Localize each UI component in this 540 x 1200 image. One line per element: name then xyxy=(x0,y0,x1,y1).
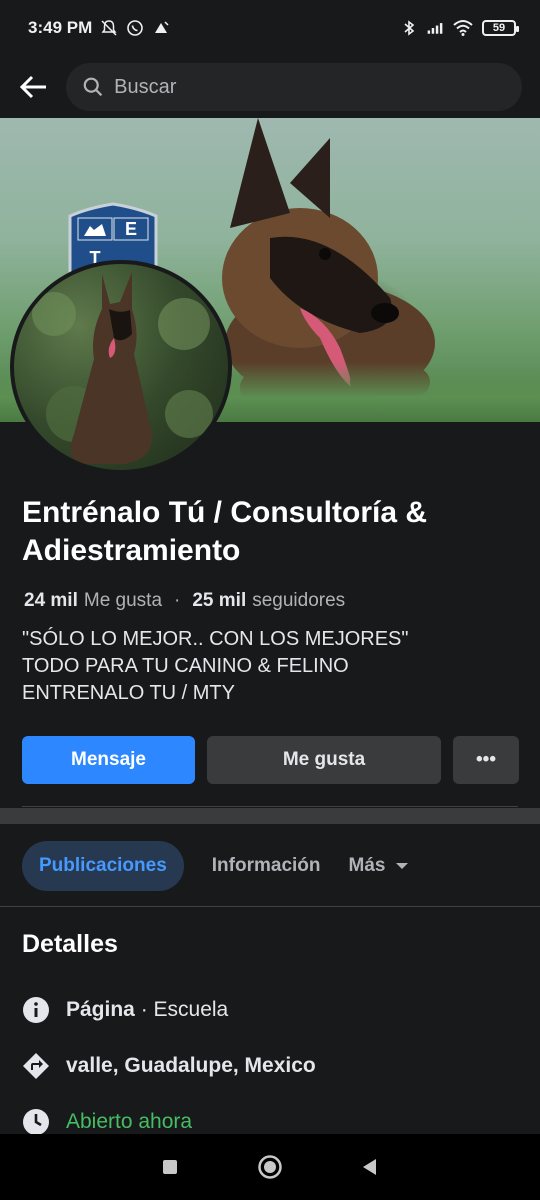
page-bio: "SÓLO LO MEJOR.. CON LOS MEJORES" TODO P… xyxy=(22,626,522,707)
detail-hours[interactable]: Abierto ahora xyxy=(22,1108,192,1136)
tabs-divider xyxy=(0,906,540,907)
search-icon xyxy=(83,77,103,97)
battery-icon: 59 xyxy=(482,20,519,36)
wifi-icon xyxy=(453,20,473,36)
caret-down-icon xyxy=(396,863,409,869)
detail-location[interactable]: valle, Guadalupe, Mexico xyxy=(22,1052,316,1080)
page-title: Entrénalo Tú / Consultoría & Adiestramie… xyxy=(22,496,428,567)
recents-button[interactable] xyxy=(150,1147,190,1187)
page-tabs: Publicaciones Información Más xyxy=(22,840,409,892)
notification-icon xyxy=(155,21,169,33)
status-left: 3:49 PM xyxy=(28,18,170,38)
search-box[interactable] xyxy=(66,63,522,111)
system-nav-bar xyxy=(0,1134,540,1200)
whatsapp-icon xyxy=(127,20,144,36)
back-nav-button[interactable] xyxy=(350,1147,390,1187)
section-separator xyxy=(0,808,540,824)
bio-line-3: ENTRENALO TU / MTY xyxy=(22,682,235,704)
clock-icon xyxy=(22,1108,50,1136)
like-button[interactable]: Me gusta xyxy=(207,736,441,784)
home-button[interactable] xyxy=(250,1147,290,1187)
likes-count: 24 mil xyxy=(24,590,78,611)
detail-category: Página · Escuela xyxy=(22,996,228,1024)
followers-label: seguidores xyxy=(252,590,346,611)
bio-line-1: "SÓLO LO MEJOR.. CON LOS MEJORES" xyxy=(22,628,409,650)
details-title: Detalles xyxy=(22,930,118,958)
profile-picture-image xyxy=(14,264,228,470)
search-header xyxy=(0,56,540,118)
signal-icon xyxy=(427,23,443,34)
logo-letter-e: E xyxy=(125,219,137,239)
page-stats: 24 mil Me gusta · 25 mil seguidores xyxy=(24,590,345,612)
category-value: · Escuela xyxy=(134,998,229,1021)
category-label: Página xyxy=(66,998,135,1021)
directions-icon xyxy=(22,1052,50,1080)
tab-more[interactable]: Más xyxy=(349,841,410,891)
message-button[interactable]: Mensaje xyxy=(22,736,195,784)
status-right: 59 xyxy=(400,19,519,37)
mute-icon xyxy=(101,20,117,36)
hours-status: Abierto ahora xyxy=(66,1110,193,1133)
tab-more-label: Más xyxy=(348,855,386,876)
back-button[interactable] xyxy=(18,71,50,103)
tab-info[interactable]: Información xyxy=(212,841,321,891)
info-icon xyxy=(22,996,50,1024)
profile-picture[interactable] xyxy=(10,260,232,474)
avatar-dog-image xyxy=(32,272,213,464)
status-time: 3:49 PM xyxy=(28,18,93,37)
tab-posts[interactable]: Publicaciones xyxy=(22,841,184,891)
likes-label: Me gusta xyxy=(83,590,163,611)
location-text: valle, Guadalupe, Mexico xyxy=(66,1054,316,1077)
battery-level: 59 xyxy=(492,22,506,34)
divider xyxy=(22,806,518,807)
followers-count: 25 mil xyxy=(192,590,247,611)
bio-line-2: TODO PARA TU CANINO & FELINO xyxy=(22,655,349,677)
search-input[interactable] xyxy=(114,75,506,99)
action-buttons: Mensaje Me gusta ••• xyxy=(22,736,519,784)
status-bar: 3:49 PM 59 xyxy=(0,0,540,56)
more-options-button[interactable]: ••• xyxy=(453,736,519,784)
bluetooth-icon xyxy=(404,20,415,36)
arrow-left-icon xyxy=(19,75,46,99)
circle-icon xyxy=(258,1155,282,1179)
stats-separator: · xyxy=(174,590,181,611)
triangle-back-icon xyxy=(363,1159,376,1175)
square-icon xyxy=(163,1160,177,1174)
